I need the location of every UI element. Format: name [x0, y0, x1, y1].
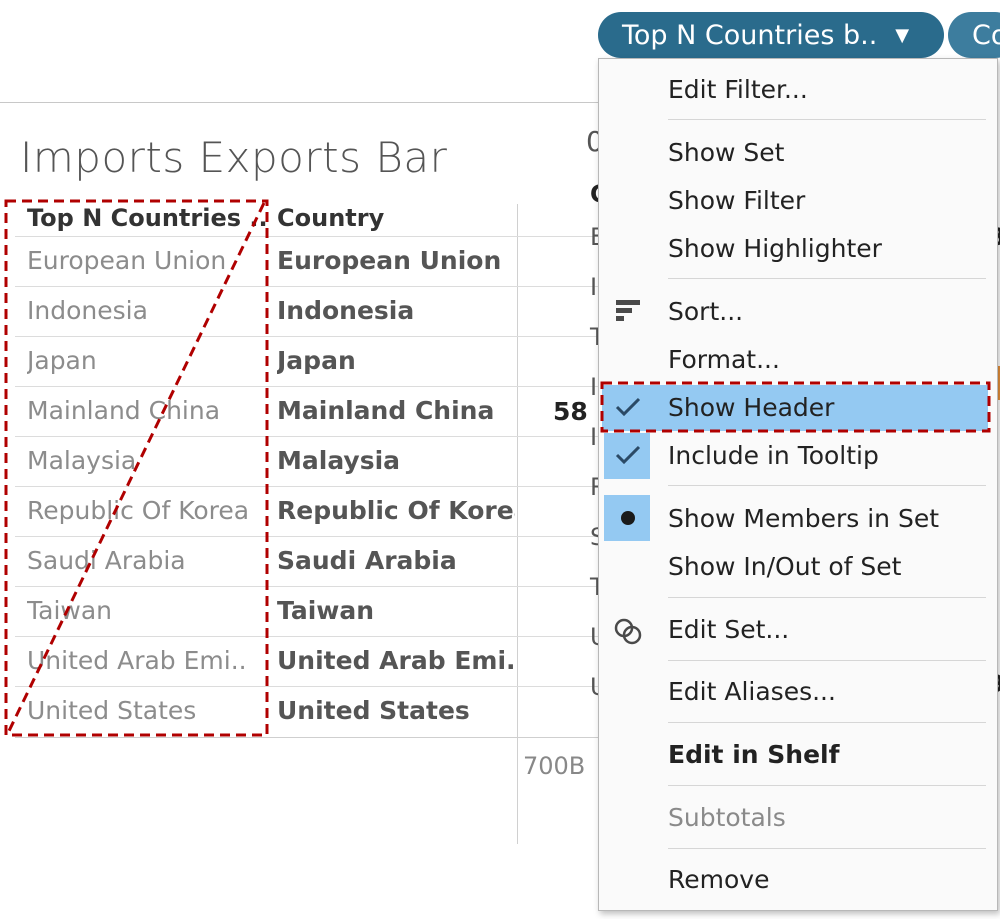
annotation-strike-line — [6, 202, 266, 734]
annotation-overlay — [4, 199, 991, 737]
annotation-highlight-box — [600, 381, 991, 433]
